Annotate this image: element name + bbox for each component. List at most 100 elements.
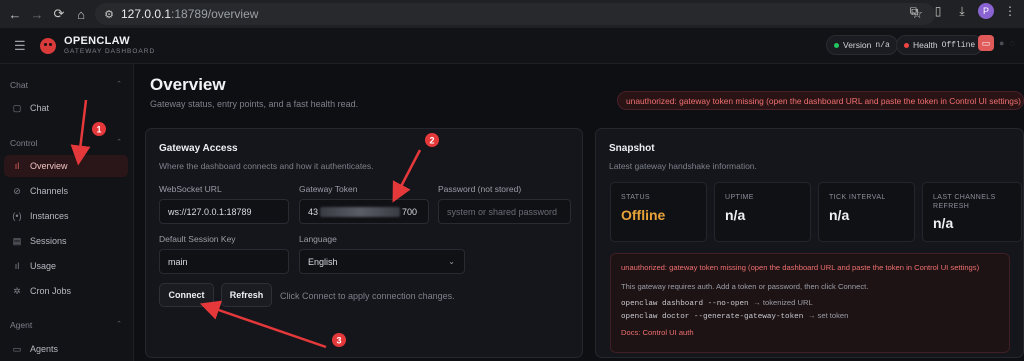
sidebar-item-channels[interactable]: ⊘ Channels xyxy=(4,180,128,202)
download-icon[interactable]: ⤓ xyxy=(954,4,970,19)
stat-tick-interval: TICK INTERVAL n/a xyxy=(818,182,915,242)
site-info-icon[interactable]: ⚙ xyxy=(100,8,118,21)
session-key-label: Default Session Key xyxy=(159,234,236,244)
session-key-input[interactable]: main xyxy=(159,249,289,274)
gateway-token-input[interactable]: 43 700 xyxy=(299,199,429,224)
websocket-url-input[interactable]: ws://127.0.0.1:18789 xyxy=(159,199,289,224)
moon-icon[interactable]: ● xyxy=(999,38,1004,48)
sidebar-item-label: Channels xyxy=(30,186,69,196)
stat-value: n/a xyxy=(933,215,954,231)
sun-icon[interactable]: ◌ xyxy=(1009,38,1014,48)
profile-avatar[interactable]: P xyxy=(978,3,994,19)
language-select[interactable]: English ⌄ xyxy=(299,249,465,274)
health-dot xyxy=(904,42,909,48)
version-pill: Version n/a xyxy=(826,35,898,55)
sidebar-item-cron-jobs[interactable]: ✲ Cron Jobs xyxy=(4,280,128,302)
stat-label: UPTIME xyxy=(725,194,754,201)
extensions-icon[interactable]: ⧉ xyxy=(906,4,922,19)
bar-chart-icon: ıl xyxy=(14,161,20,171)
stat-value: n/a xyxy=(829,207,850,223)
page-title: Overview xyxy=(150,75,226,94)
version-value: n/a xyxy=(875,40,890,50)
version-label: Version xyxy=(843,40,872,50)
command-line-2: openclaw doctor --generate-gateway-token… xyxy=(621,311,849,321)
menu-icon[interactable]: ⋮ xyxy=(1002,4,1018,18)
sidebar-section-chat[interactable]: Chat ⌃ xyxy=(10,80,128,90)
error-banner: unauthorized: gateway token missing (ope… xyxy=(617,91,1024,110)
hamburger-menu-icon[interactable]: ☰ xyxy=(14,38,28,54)
sidebar-item-usage[interactable]: ıl Usage xyxy=(4,255,128,277)
url-text[interactable]: 127.0.0.1:18789/overview xyxy=(121,7,258,21)
sidebar-item-label: Agents xyxy=(30,344,59,354)
sidebar-section-control[interactable]: Control ⌃ xyxy=(10,138,128,148)
token-suffix: 700 xyxy=(402,206,418,217)
address-bar[interactable]: ⚙ 127.0.0.1:18789/overview ☆ xyxy=(95,3,935,25)
monitor-icon[interactable]: ▭ xyxy=(978,35,994,51)
snapshot-card: Snapshot Latest gateway handshake inform… xyxy=(595,128,1024,358)
reload-icon[interactable]: ⟳ xyxy=(48,3,70,25)
folder-icon: ▭ xyxy=(12,343,22,354)
stat-label: TICK INTERVAL xyxy=(829,194,886,201)
theme-toggle[interactable]: ▭ ● ◌ xyxy=(978,35,1015,51)
radio-icon: (•) xyxy=(12,211,22,221)
health-label: Health xyxy=(913,40,938,50)
health-pill: Health Offline xyxy=(896,35,984,55)
card-subtitle: Where the dashboard connects and how it … xyxy=(159,161,374,171)
browser-toolbar: ← → ⟳ ⌂ ⚙ 127.0.0.1:18789/overview ☆ ⧉ ▯… xyxy=(0,0,1024,28)
link-icon: ⊘ xyxy=(13,185,21,196)
brand-title: OPENCLAW xyxy=(64,34,130,47)
sidebar-item-label: Instances xyxy=(30,211,69,221)
app-header: ☰ OPENCLAW GATEWAY DASHBOARD Version n/a… xyxy=(0,28,1024,64)
chevron-icon: ⌃ xyxy=(116,81,122,88)
sidebar-item-label: Overview xyxy=(30,161,68,171)
stat-value: n/a xyxy=(725,207,746,223)
password-input[interactable]: system or shared password xyxy=(438,199,571,224)
page-subtitle: Gateway status, entry points, and a fast… xyxy=(150,99,359,109)
status-dot xyxy=(834,42,839,48)
sidebar-item-instances[interactable]: (•) Instances xyxy=(4,205,128,227)
connect-button[interactable]: Connect xyxy=(159,283,214,307)
token-prefix: 43 xyxy=(308,206,319,217)
openclaw-logo xyxy=(40,37,56,54)
connect-hint: Click Connect to apply connection change… xyxy=(280,291,455,301)
chevron-down-icon: ⌄ xyxy=(448,257,455,266)
language-label: Language xyxy=(299,234,337,244)
back-icon[interactable]: ← xyxy=(4,3,26,25)
stat-uptime: UPTIME n/a xyxy=(714,182,811,242)
chevron-icon: ⌃ xyxy=(116,139,122,146)
docs-link[interactable]: Docs: Control UI auth xyxy=(621,328,694,337)
sidebar-section-agent[interactable]: Agent ⌃ xyxy=(10,320,128,330)
token-label: Gateway Token xyxy=(299,184,358,194)
card-title: Snapshot xyxy=(609,143,655,154)
password-label: Password (not stored) xyxy=(438,184,522,194)
brand: OPENCLAW GATEWAY DASHBOARD xyxy=(64,34,155,56)
home-icon[interactable]: ⌂ xyxy=(70,3,92,25)
sidebar-toggle-icon[interactable]: ▯ xyxy=(930,4,946,18)
card-title: Gateway Access xyxy=(159,143,238,154)
auth-error-box: unauthorized: gateway token missing (ope… xyxy=(610,253,1010,353)
chevron-icon: ⌃ xyxy=(116,321,122,328)
sidebar-item-sessions[interactable]: ▤ Sessions xyxy=(4,230,128,252)
stat-value: Offline xyxy=(621,207,666,223)
auth-error-detail: This gateway requires auth. Add a token … xyxy=(621,282,869,291)
sidebar: Chat ⌃ ▢ Chat Control ⌃ ıl Overview ⊘ Channel… xyxy=(0,64,134,361)
sidebar-item-label: Usage xyxy=(30,261,57,271)
main-content: Overview Gateway status, entry points, a… xyxy=(134,64,1024,361)
sidebar-item-agents[interactable]: ▭ Agents xyxy=(4,338,128,360)
token-redacted xyxy=(320,206,401,217)
card-subtitle: Latest gateway handshake information. xyxy=(609,161,757,171)
refresh-button[interactable]: Refresh xyxy=(221,283,272,307)
websocket-label: WebSocket URL xyxy=(159,184,222,194)
sidebar-item-chat[interactable]: ▢ Chat xyxy=(4,97,128,119)
auth-error-title: unauthorized: gateway token missing (ope… xyxy=(621,263,980,272)
language-value: English xyxy=(308,256,338,267)
bar-chart-icon: ıl xyxy=(14,261,20,271)
forward-icon[interactable]: → xyxy=(26,3,48,25)
health-value: Offline xyxy=(941,40,976,50)
sidebar-item-label: Chat xyxy=(30,103,50,113)
stat-last-channels-refresh: LAST CHANNELS REFRESH n/a xyxy=(922,182,1022,242)
loader-icon: ✲ xyxy=(13,285,21,296)
chat-icon: ▢ xyxy=(12,102,22,113)
sidebar-item-overview[interactable]: ıl Overview xyxy=(4,155,128,177)
stat-label: LAST CHANNELS REFRESH xyxy=(933,194,996,211)
